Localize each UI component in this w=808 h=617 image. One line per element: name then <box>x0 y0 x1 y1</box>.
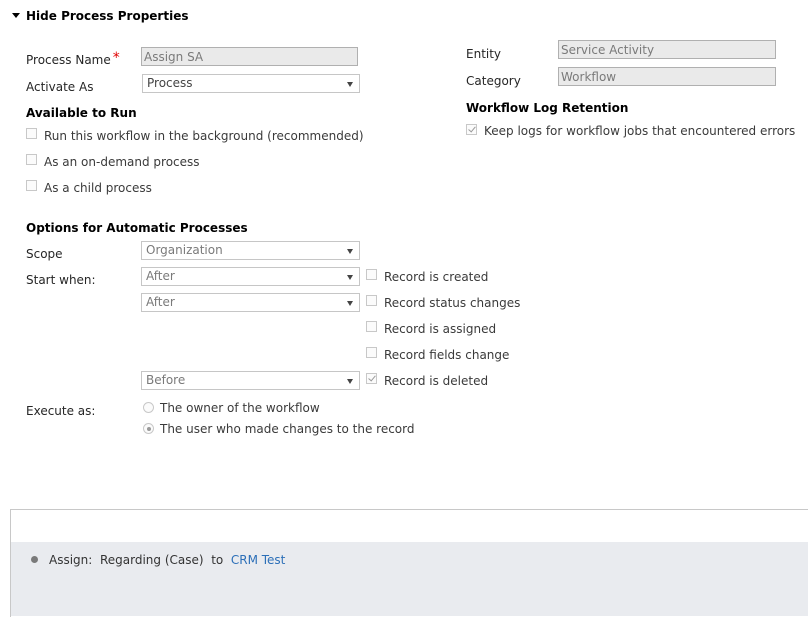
scope-value: Organization <box>146 243 223 257</box>
dropdown-arrow-icon <box>347 82 353 87</box>
dropdown-arrow-icon <box>347 275 353 280</box>
entity-value: Service Activity <box>561 43 655 57</box>
available-to-run-heading: Available to Run <box>26 106 137 120</box>
activate-as-select[interactable]: Process <box>142 74 360 93</box>
keep-logs-label: Keep logs for workflow jobs that encount… <box>484 124 796 138</box>
required-asterisk-icon: * <box>112 50 120 66</box>
dropdown-arrow-icon <box>347 379 353 384</box>
step-bullet-icon <box>31 556 38 563</box>
hide-process-properties-toggle[interactable]: Hide Process Properties <box>12 9 188 23</box>
record-fields-change-checkbox[interactable] <box>366 347 377 358</box>
child-process-checkbox[interactable] <box>26 180 37 191</box>
activate-as-value: Process <box>147 76 193 90</box>
process-name-label: Process Name * <box>26 50 120 68</box>
step-action: Assign: <box>49 553 93 567</box>
record-assigned-checkbox[interactable] <box>366 321 377 332</box>
record-created-checkbox[interactable] <box>366 269 377 280</box>
child-process-label: As a child process <box>44 181 152 195</box>
log-retention-heading: Workflow Log Retention <box>466 101 629 115</box>
start-when-created-value: After <box>146 269 175 283</box>
start-when-created-select[interactable]: After <box>141 267 360 286</box>
process-name-label-text: Process Name <box>26 53 111 67</box>
step-description: Assign: Regarding (Case) to CRM Test <box>49 553 285 567</box>
start-when-deleted-select[interactable]: Before <box>141 371 360 390</box>
collapse-triangle-icon <box>12 13 20 18</box>
start-when-status-select[interactable]: After <box>141 293 360 312</box>
start-when-status-value: After <box>146 295 175 309</box>
dropdown-arrow-icon <box>347 249 353 254</box>
entity-field[interactable]: Service Activity <box>558 40 776 59</box>
on-demand-label: As an on-demand process <box>44 155 200 169</box>
automatic-options-heading: Options for Automatic Processes <box>26 221 248 235</box>
owner-radio[interactable] <box>143 402 154 413</box>
record-deleted-checkbox[interactable] <box>366 373 377 384</box>
user-who-made-changes-label: The user who made changes to the record <box>160 422 415 436</box>
dropdown-arrow-icon <box>347 301 353 306</box>
run-in-background-label: Run this workflow in the background (rec… <box>44 129 364 143</box>
owner-radio-label: The owner of the workflow <box>160 401 320 415</box>
activate-as-label: Activate As <box>26 80 94 94</box>
record-created-label: Record is created <box>384 270 489 284</box>
run-in-background-checkbox[interactable] <box>26 128 37 139</box>
process-name-value: Assign SA <box>144 50 204 64</box>
on-demand-checkbox[interactable] <box>26 154 37 165</box>
record-fields-change-label: Record fields change <box>384 348 510 362</box>
step-assignee-link[interactable]: CRM Test <box>231 553 286 567</box>
step-target: Regarding (Case) <box>99 553 204 567</box>
section-toggle-label: Hide Process Properties <box>26 9 189 23</box>
step-connector: to <box>211 553 224 567</box>
keep-logs-checkbox[interactable] <box>466 124 477 135</box>
category-label: Category <box>466 74 521 88</box>
record-status-changes-checkbox[interactable] <box>366 295 377 306</box>
record-status-changes-label: Record status changes <box>384 296 521 310</box>
record-deleted-label: Record is deleted <box>384 374 489 388</box>
category-field[interactable]: Workflow <box>558 67 776 86</box>
scope-label: Scope <box>26 247 63 261</box>
start-when-label: Start when: <box>26 273 96 287</box>
start-when-deleted-value: Before <box>146 373 186 387</box>
entity-label: Entity <box>466 47 502 61</box>
scope-select[interactable]: Organization <box>141 241 360 260</box>
user-who-made-changes-radio[interactable] <box>143 423 154 434</box>
record-assigned-label: Record is assigned <box>384 322 497 336</box>
category-value: Workflow <box>561 70 617 84</box>
execute-as-label: Execute as: <box>26 404 96 418</box>
process-name-field[interactable]: Assign SA <box>141 47 358 66</box>
